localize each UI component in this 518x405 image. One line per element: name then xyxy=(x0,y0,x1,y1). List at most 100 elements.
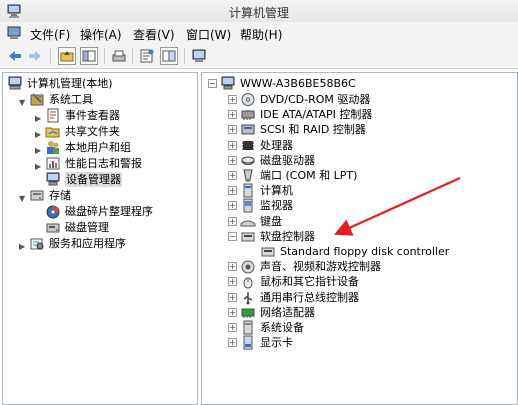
menu-action[interactable]: 操作(A) xyxy=(80,26,122,43)
expand-box-icon[interactable]: + xyxy=(228,277,237,287)
show-hide-tree-icon[interactable] xyxy=(80,47,98,65)
system-tools-icon xyxy=(29,92,45,107)
scsi-controller-icon xyxy=(240,122,256,137)
network-adapter-icon xyxy=(240,305,256,320)
expand-box-icon[interactable]: + xyxy=(228,216,237,226)
tree-label: 存储 xyxy=(49,189,71,202)
expand-triangle-icon[interactable]: ▶ xyxy=(35,159,41,174)
floppy-controller-icon xyxy=(260,244,276,259)
toolbar-separator xyxy=(132,48,133,64)
device-label: IDE ATA/ATAPI 控制器 xyxy=(260,108,373,122)
expand-box-icon[interactable]: + xyxy=(228,155,237,165)
tree-label: 系统工具 xyxy=(49,93,93,106)
performance-chart-icon xyxy=(45,156,61,171)
menu-file[interactable]: 文件(F) xyxy=(30,26,70,43)
tree-label: 计算机管理(本地) xyxy=(27,77,113,90)
expand-box-icon[interactable]: + xyxy=(228,171,237,180)
up-folder-icon[interactable] xyxy=(58,47,76,65)
floppy-controller-icon xyxy=(240,229,256,244)
document-icon[interactable] xyxy=(6,25,22,41)
print-icon[interactable] xyxy=(110,47,128,65)
device-label: 显示卡 xyxy=(260,336,293,350)
tree-label: 设备管理器 xyxy=(65,172,122,187)
users-icon xyxy=(45,140,61,155)
port-icon xyxy=(240,168,256,183)
sound-icon xyxy=(240,259,256,274)
expand-box-icon[interactable]: + xyxy=(228,110,237,120)
title-bar: 计算机管理 xyxy=(0,0,518,23)
device-label: 磁盘驱动器 xyxy=(260,153,315,167)
forward-arrow-icon[interactable] xyxy=(26,47,44,65)
display-adapter-icon xyxy=(240,335,256,350)
expand-box-icon[interactable]: + xyxy=(228,262,237,272)
expand-triangle-icon[interactable]: ▶ xyxy=(19,239,25,254)
console-tree-pane[interactable]: 计算机管理(本地) ▼ 系统工具 ▶ 事件查看器 ▶ 共享文件夹 ▶ 本地用户和… xyxy=(2,72,198,405)
expand-box-icon[interactable]: + xyxy=(228,292,237,302)
collapse-box-icon[interactable]: − xyxy=(208,79,217,88)
expand-box-icon[interactable]: + xyxy=(228,323,237,332)
tree-label: 事件查看器 xyxy=(65,109,120,122)
toolbar xyxy=(0,44,518,69)
usb-icon xyxy=(240,290,256,305)
device-label: 键盘 xyxy=(260,214,282,228)
device-label: 通用串行总线控制器 xyxy=(260,290,359,304)
device-label: 网络适配器 xyxy=(260,305,315,319)
event-viewer-icon xyxy=(45,108,61,123)
toolbar-separator xyxy=(50,48,51,64)
expand-triangle-icon[interactable]: ▶ xyxy=(35,143,41,158)
monitor-icon xyxy=(240,198,256,213)
expand-box-icon[interactable]: + xyxy=(228,307,237,317)
expand-box-icon[interactable]: + xyxy=(228,338,237,348)
tree-label: 共享文件夹 xyxy=(65,125,120,138)
menu-help[interactable]: 帮助(H) xyxy=(240,26,282,43)
menu-bar: 文件(F) 操作(A) 查看(V) 窗口(W) 帮助(H) xyxy=(0,22,518,45)
device-label: 计算机 xyxy=(260,184,293,198)
expand-box-icon[interactable]: + xyxy=(228,186,237,196)
dvd-drive-icon xyxy=(240,92,256,107)
device-manager-icon xyxy=(45,172,61,187)
tree-label: 性能日志和警报 xyxy=(65,157,142,170)
back-arrow-icon[interactable] xyxy=(6,47,24,65)
computer-name: WWW-A3B6BE58B6C xyxy=(240,77,356,90)
collapse-triangle-icon[interactable]: ▼ xyxy=(19,95,25,110)
processor-icon xyxy=(240,138,256,153)
storage-icon xyxy=(29,188,45,203)
collapse-box-icon[interactable]: − xyxy=(228,231,237,241)
expand-triangle-icon[interactable]: ▶ xyxy=(35,127,41,142)
device-label: Standard floppy disk controller xyxy=(280,245,450,258)
device-label: 鼠标和其它指针设备 xyxy=(260,275,359,289)
device-label: 声音、视频和游戏控制器 xyxy=(260,260,381,274)
disk-drive-icon xyxy=(240,153,256,168)
toolbar-separator xyxy=(104,48,105,64)
toolbar-separator xyxy=(184,48,185,64)
expand-triangle-icon[interactable]: ▶ xyxy=(35,111,41,126)
menu-view[interactable]: 查看(V) xyxy=(133,26,175,43)
device-label: 监视器 xyxy=(260,199,293,213)
device-label: 端口 (COM 和 LPT) xyxy=(260,169,358,182)
keyboard-icon xyxy=(240,214,256,229)
mouse-icon xyxy=(240,274,256,289)
tree-label: 磁盘管理 xyxy=(65,221,109,234)
console-icon[interactable] xyxy=(190,47,208,65)
menu-window[interactable]: 窗口(W) xyxy=(186,26,231,43)
device-label: 软盘控制器 xyxy=(260,229,315,243)
expand-box-icon[interactable]: + xyxy=(228,125,237,135)
tree-label: 磁盘碎片整理程序 xyxy=(65,205,153,218)
properties-icon[interactable] xyxy=(138,47,156,65)
device-label: 处理器 xyxy=(260,138,293,152)
device-label: SCSI 和 RAID 控制器 xyxy=(260,123,366,137)
shared-folder-icon xyxy=(45,124,61,139)
device-tree-pane[interactable]: − WWW-A3B6BE58B6C + DVD/CD-ROM 驱动器 + IDE AT… xyxy=(201,72,518,405)
ide-controller-icon xyxy=(240,107,256,122)
expand-box-icon[interactable]: + xyxy=(228,95,237,104)
disk-management-icon xyxy=(45,220,61,235)
services-icon xyxy=(29,236,45,251)
defragmenter-icon xyxy=(45,204,61,219)
expand-box-icon[interactable]: + xyxy=(228,201,237,211)
device-label: DVD/CD-ROM 驱动器 xyxy=(260,93,371,106)
collapse-triangle-icon[interactable]: ▼ xyxy=(19,191,25,206)
help-icon[interactable] xyxy=(160,47,178,65)
tree-label: 本地用户和组 xyxy=(65,141,131,154)
expand-box-icon[interactable]: + xyxy=(228,140,237,150)
computer-management-icon xyxy=(7,76,23,91)
